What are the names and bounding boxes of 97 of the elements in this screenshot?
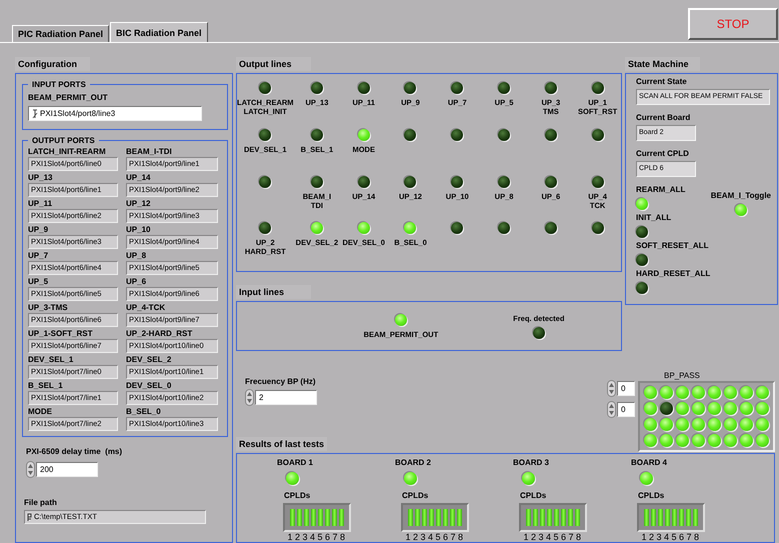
cpld-number: 8 [340,532,346,542]
port-label: UP_1-SOFT_RST [28,329,94,339]
spinner-arrows-icon[interactable] [607,401,616,418]
port-label: UP_8 [126,251,148,261]
cplds-label: CPLDs [519,491,546,501]
cpld-number: 5 [671,532,677,542]
cpld-number: 1 [641,532,647,542]
cpld-number: 7 [332,532,338,542]
section-title: Output lines [236,57,311,71]
file-path-label: File path [24,498,58,508]
port-label: LATCH_INIT-REARM [28,147,107,157]
group-title: OUTPUT PORTS [31,136,96,145]
cpld-number: 7 [450,532,456,542]
cpld-meter [637,503,705,532]
field-label: Current Board [636,113,692,123]
port-label: B_SEL_0 [126,407,162,417]
led-label: HARD_RESET_ALL [636,269,710,279]
cpld-number: 8 [694,532,700,542]
cpld-number: 7 [568,532,574,542]
cpld-number: 3 [538,532,544,542]
panel-tab[interactable]: BIC Radiation Panel [110,22,208,42]
port-label: BEAM_PERMIT_OUT [28,93,109,103]
board-label: BOARD 3 [513,458,550,468]
cplds-label: CPLDs [401,491,428,501]
led-label: INIT_ALL [636,213,672,223]
cpld-number: 8 [458,532,464,542]
board-label: BOARD 4 [631,458,668,468]
led-label: BEAM_I_Toggle [710,191,771,201]
cpld-meter [283,503,351,532]
field-label: Current State [636,77,688,87]
led-label: REARM_ALL [636,185,686,195]
section-title: Configuration [15,57,90,71]
cpld-number: 7 [686,532,692,542]
cpld-number: 6 [324,532,330,542]
cpld-number: 2 [294,532,300,542]
cpld-number: 2 [648,532,654,542]
led-label: SOFT_RESET_ALL [636,241,710,251]
cpld-number: 4 [428,532,434,542]
cpld-number: 1 [523,532,529,542]
port-label: UP_7 [28,251,50,261]
array-label: BP_PASS [663,371,701,381]
section-title: State Machine [625,57,700,71]
cpld-number: 1 [287,532,293,542]
cpld-number: 6 [560,532,566,542]
board-label: BOARD 1 [277,458,314,468]
frequency-field[interactable]: 2 [255,390,317,405]
cpld-number: 6 [678,532,684,542]
delay-field[interactable]: 200 [36,462,98,477]
port-label: UP_6 [126,277,148,287]
cpld-number: 3 [302,532,308,542]
section-title: Results of last tests [236,437,328,451]
port-label: UP_10 [126,225,152,235]
port-label: UP_14 [126,173,152,183]
port-label: B_SEL_1 [28,381,64,391]
port-field[interactable]: PXI1Slot4/port8/line3 [28,106,202,121]
port-label: DEV_SEL_1 [28,355,74,365]
cpld-number: 5 [553,532,559,542]
delay-label: PXI-6509 delay time (ms) [26,447,124,457]
port-label: DEV_SEL_2 [126,355,172,365]
board-label: BOARD 2 [395,458,432,468]
port-label: UP_13 [28,173,54,183]
cpld-number: 6 [442,532,448,542]
cpld-number: 5 [435,532,441,542]
cpld-meter [401,503,469,532]
cpld-number: 1 [405,532,411,542]
port-label: MODE [28,407,53,417]
port-label: UP_9 [28,225,50,235]
spinner-arrows-icon[interactable] [607,380,616,397]
port-label: UP_4-TCK [126,303,166,313]
cpld-number: 2 [412,532,418,542]
cpld-number: 3 [656,532,662,542]
cplds-label: CPLDs [637,491,664,501]
frequency-label: Frecuency BP (Hz) [245,377,317,387]
panel-tab[interactable]: PIC Radiation Panel [12,25,110,42]
cpld-meter [519,503,587,532]
port-label: UP_5 [28,277,50,287]
section-title: Input lines [236,285,311,300]
cpld-number: 4 [664,532,670,542]
port-label: UP_12 [126,199,152,209]
index-field[interactable]: 0 [617,381,635,396]
port-label: BEAM_I-TDI [126,147,173,157]
port-label: UP_2-HARD_RST [126,329,194,339]
cpld-number: 4 [310,532,316,542]
spinner-arrows-icon[interactable] [245,389,254,406]
cpld-number: 2 [530,532,536,542]
port-label: UP_3-TMS [28,303,69,313]
spinner-arrows-icon[interactable] [26,461,35,478]
cpld-number: 3 [420,532,426,542]
group-title: INPUT PORTS [31,80,87,89]
cpld-number: 8 [576,532,582,542]
cpld-number: 5 [317,532,323,542]
cplds-label: CPLDs [283,491,310,501]
index-field[interactable]: 0 [617,402,635,417]
port-label: UP_11 [28,199,54,209]
port-label: DEV_SEL_0 [126,381,172,391]
field-label: Current CPLD [636,149,690,159]
cpld-number: 4 [546,532,552,542]
